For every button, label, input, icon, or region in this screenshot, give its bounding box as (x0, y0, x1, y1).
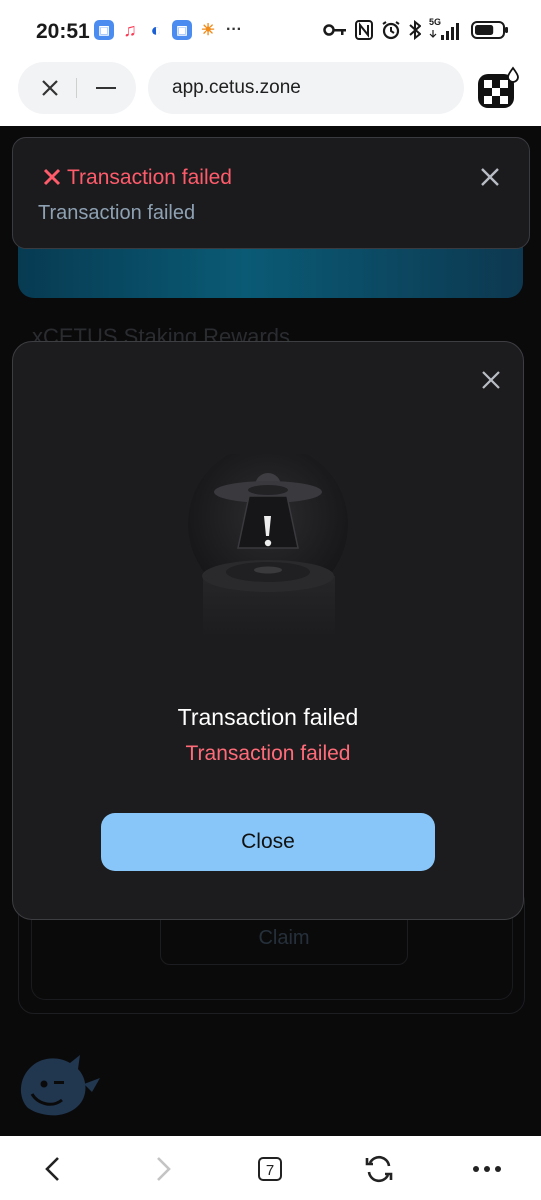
key-icon (323, 19, 347, 41)
battery-icon (471, 19, 509, 41)
signal-icon: 5G (429, 17, 463, 41)
forward-icon (157, 1157, 171, 1181)
browser-toolbar: app.cetus.zone (0, 62, 541, 126)
modal-title: Transaction failed (177, 704, 359, 730)
app-notification-icon: ▣ (94, 20, 114, 40)
forward-button[interactable] (146, 1152, 180, 1186)
wallet-extension-icon[interactable] (476, 66, 520, 110)
modal-error-message: Transaction failed (185, 742, 351, 765)
status-bar: 20:51 ▣ ♫ ◐ ▣ ☀ ··· 5G (0, 0, 541, 62)
error-toast: Transaction failed Transaction failed (12, 137, 530, 249)
music-icon: ♫ (120, 20, 140, 40)
back-button[interactable] (36, 1152, 70, 1186)
address-bar[interactable]: app.cetus.zone (148, 62, 464, 114)
more-button[interactable] (470, 1152, 504, 1186)
more-icon (473, 1166, 501, 1172)
tabs-button[interactable]: 7 (253, 1152, 287, 1186)
minimize-icon[interactable] (96, 87, 116, 89)
toast-title: Transaction failed (67, 166, 232, 189)
transaction-failed-modal: Transaction failed Transaction failed Cl… (12, 341, 524, 920)
refresh-button[interactable] (362, 1152, 396, 1186)
close-tab-icon[interactable] (38, 76, 62, 100)
delivery-app-icon: ☀ (198, 20, 218, 40)
bluetooth-icon (409, 19, 421, 41)
tab-count: 7 (258, 1157, 282, 1181)
nfc-icon (355, 19, 373, 41)
refresh-icon (365, 1155, 393, 1183)
browser-bottom-nav: 7 (0, 1136, 541, 1200)
app-c-icon: ◐ (146, 20, 166, 40)
error-x-icon (43, 168, 61, 186)
staking-banner (18, 246, 523, 382)
close-button[interactable]: Close (101, 813, 435, 871)
alarm-icon (381, 19, 401, 41)
more-notifications-icon: ··· (224, 20, 244, 40)
notification-icons: ▣ ♫ ◐ ▣ ☀ ··· (94, 20, 244, 40)
status-time: 20:51 (36, 20, 90, 43)
toast-close-icon[interactable] (479, 166, 501, 188)
tab-controls (18, 62, 136, 114)
modal-close-icon[interactable] (479, 368, 503, 392)
back-icon (45, 1157, 59, 1181)
url-text: app.cetus.zone (172, 77, 301, 98)
divider (76, 78, 77, 98)
app-notification-icon: ▣ (172, 20, 192, 40)
toast-message: Transaction failed (38, 202, 196, 224)
system-icons: 5G (323, 17, 509, 41)
mascot-chat-icon[interactable] (14, 1044, 104, 1120)
failed-transaction-illustration (188, 454, 348, 638)
